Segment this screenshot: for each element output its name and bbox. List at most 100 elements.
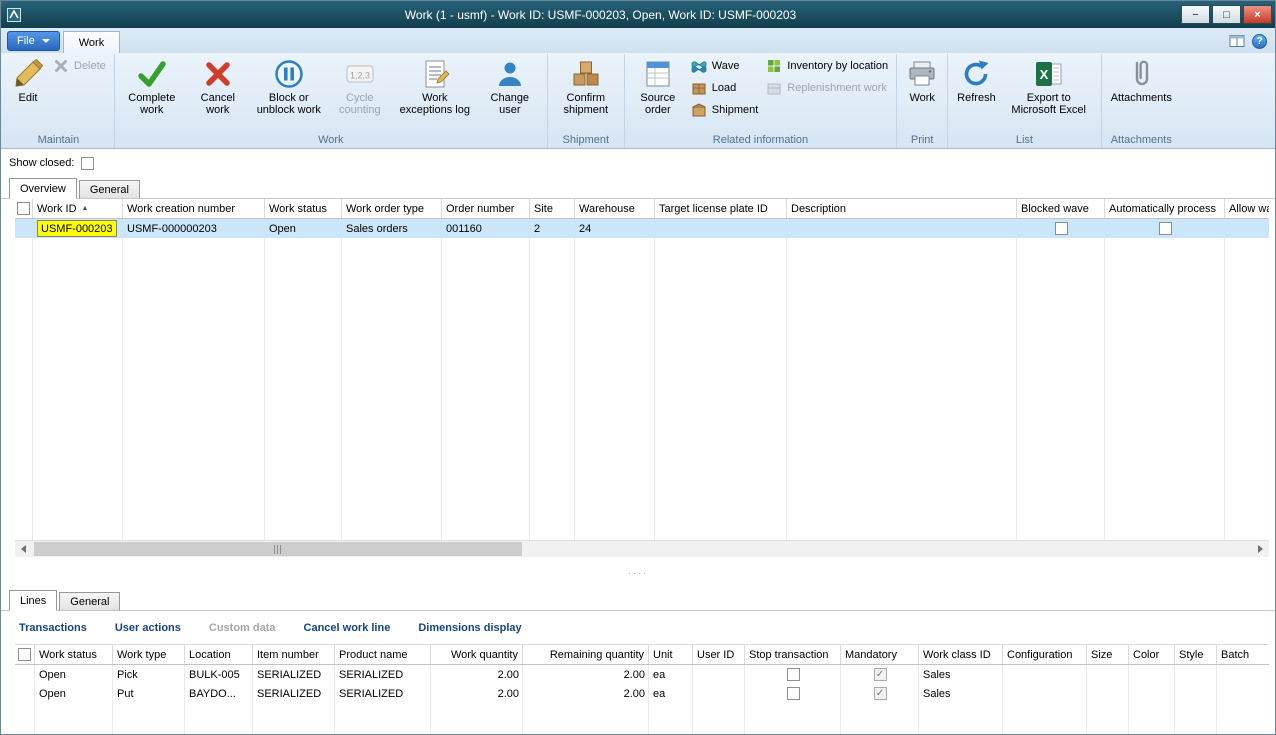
cell-style[interactable]: [1175, 684, 1217, 703]
column-header-automatically-process[interactable]: Automatically process: [1105, 199, 1225, 218]
cell-line-work-status[interactable]: Open: [35, 665, 113, 684]
print-work-button[interactable]: Work: [901, 55, 943, 104]
cell-configuration[interactable]: [1003, 665, 1087, 684]
cell-size[interactable]: [1087, 684, 1129, 703]
column-header-work-creation-number[interactable]: Work creation number: [123, 199, 265, 218]
cell-automatically-process[interactable]: [1105, 219, 1225, 238]
column-header-site[interactable]: Site: [530, 199, 575, 218]
column-header-order-number[interactable]: Order number: [442, 199, 530, 218]
cell-site[interactable]: 2: [530, 219, 575, 238]
complete-work-button[interactable]: Complete work: [119, 55, 185, 116]
action-transactions[interactable]: Transactions: [19, 622, 87, 634]
tab-lines[interactable]: Lines: [9, 590, 57, 611]
cell-stop-transaction[interactable]: [745, 684, 841, 703]
attachments-button[interactable]: Attachments: [1106, 55, 1177, 104]
cell-item-number[interactable]: SERIALIZED: [253, 665, 335, 684]
column-header-remaining-quantity[interactable]: Remaining quantity: [523, 645, 649, 664]
help-icon[interactable]: ?: [1252, 34, 1267, 49]
column-header-mandatory[interactable]: Mandatory: [841, 645, 919, 664]
confirm-shipment-button[interactable]: Confirm shipment: [552, 55, 620, 116]
tab-work[interactable]: Work: [63, 31, 120, 53]
column-header-work-type[interactable]: Work type: [113, 645, 185, 664]
cell-product-name[interactable]: SERIALIZED: [335, 665, 431, 684]
column-header-style[interactable]: Style: [1175, 645, 1217, 664]
cell-description[interactable]: [787, 219, 1017, 238]
cell-work-type[interactable]: Pick: [113, 665, 185, 684]
cell-work-class-id[interactable]: Sales: [919, 684, 1003, 703]
work-row[interactable]: USMF-000203 USMF-000000203 Open Sales or…: [15, 219, 1269, 238]
file-menu-button[interactable]: File: [7, 31, 60, 51]
column-header-work-class-id[interactable]: Work class ID: [919, 645, 1003, 664]
cell-blocked-wave[interactable]: [1017, 219, 1105, 238]
source-order-button[interactable]: Source order: [629, 55, 687, 116]
cell-allow-wave[interactable]: [1225, 219, 1269, 238]
lines-select-all-checkbox[interactable]: [18, 648, 31, 661]
shipment-button[interactable]: Shipment: [687, 99, 762, 121]
change-user-button[interactable]: Change user: [477, 55, 543, 116]
cell-configuration[interactable]: [1003, 684, 1087, 703]
column-header-line-work-status[interactable]: Work status: [35, 645, 113, 664]
wave-button[interactable]: Wave: [687, 55, 762, 77]
cell-target-license-plate[interactable]: [655, 219, 787, 238]
cell-batch[interactable]: [1217, 665, 1269, 684]
cell-unit[interactable]: ea: [649, 665, 693, 684]
scroll-left-arrow[interactable]: [15, 541, 32, 557]
select-all-header[interactable]: [15, 199, 33, 218]
cell-unit[interactable]: ea: [649, 684, 693, 703]
column-header-item-number[interactable]: Item number: [253, 645, 335, 664]
action-user-actions[interactable]: User actions: [115, 622, 181, 634]
maximize-button[interactable]: □: [1212, 5, 1241, 24]
blocked-wave-checkbox[interactable]: [1055, 222, 1068, 235]
minimize-button[interactable]: −: [1181, 5, 1210, 24]
action-dimensions-display[interactable]: Dimensions display: [418, 622, 521, 634]
row-selector-cell[interactable]: [15, 219, 33, 238]
cell-remaining-quantity[interactable]: 2.00: [523, 684, 649, 703]
row-selector-cell[interactable]: [15, 665, 35, 684]
column-header-allow-wave[interactable]: Allow wa: [1225, 199, 1269, 218]
cell-warehouse[interactable]: 24: [575, 219, 655, 238]
edit-button[interactable]: Edit: [7, 55, 49, 104]
column-header-user-id[interactable]: User ID: [693, 645, 745, 664]
cell-work-quantity[interactable]: 2.00: [431, 665, 523, 684]
column-header-product-name[interactable]: Product name: [335, 645, 431, 664]
tab-general-lower[interactable]: General: [59, 592, 120, 611]
cell-batch[interactable]: [1217, 684, 1269, 703]
cell-work-creation-number[interactable]: USMF-000000203: [123, 219, 265, 238]
action-cancel-work-line[interactable]: Cancel work line: [304, 622, 391, 634]
scrollbar-thumb[interactable]: [34, 542, 522, 556]
column-header-work-order-type[interactable]: Work order type: [342, 199, 442, 218]
work-line-row[interactable]: Open Put BAYDO... SERIALIZED SERIALIZED …: [15, 684, 1269, 703]
column-header-work-id[interactable]: Work ID▲: [33, 199, 123, 218]
tab-overview[interactable]: Overview: [9, 178, 77, 199]
block-unblock-work-button[interactable]: Block or unblock work: [251, 55, 327, 116]
cancel-work-button[interactable]: Cancel work: [185, 55, 251, 116]
horizontal-scrollbar[interactable]: [15, 540, 1269, 557]
export-to-excel-button[interactable]: X Export to Microsoft Excel: [1001, 55, 1097, 116]
cell-work-quantity[interactable]: 2.00: [431, 684, 523, 703]
column-header-warehouse[interactable]: Warehouse: [575, 199, 655, 218]
column-header-location[interactable]: Location: [185, 645, 253, 664]
column-header-target-license-plate[interactable]: Target license plate ID: [655, 199, 787, 218]
refresh-button[interactable]: Refresh: [952, 55, 1001, 104]
cell-style[interactable]: [1175, 665, 1217, 684]
layout-icon[interactable]: [1229, 33, 1245, 49]
column-header-description[interactable]: Description: [787, 199, 1017, 218]
column-header-batch[interactable]: Batch: [1217, 645, 1269, 664]
cell-user-id[interactable]: [693, 665, 745, 684]
work-line-row[interactable]: Open Pick BULK-005 SERIALIZED SERIALIZED…: [15, 665, 1269, 684]
row-selector-cell[interactable]: [15, 684, 35, 703]
close-button[interactable]: ×: [1243, 5, 1272, 24]
cell-work-order-type[interactable]: Sales orders: [342, 219, 442, 238]
cell-color[interactable]: [1129, 684, 1175, 703]
column-header-color[interactable]: Color: [1129, 645, 1175, 664]
cell-color[interactable]: [1129, 665, 1175, 684]
show-closed-checkbox[interactable]: [81, 157, 94, 170]
cell-work-type[interactable]: Put: [113, 684, 185, 703]
cell-user-id[interactable]: [693, 684, 745, 703]
cell-stop-transaction[interactable]: [745, 665, 841, 684]
cell-work-class-id[interactable]: Sales: [919, 665, 1003, 684]
cell-order-number[interactable]: 001160: [442, 219, 530, 238]
column-header-work-quantity[interactable]: Work quantity: [431, 645, 523, 664]
column-header-stop-transaction[interactable]: Stop transaction: [745, 645, 841, 664]
stop-transaction-checkbox[interactable]: [787, 668, 800, 681]
